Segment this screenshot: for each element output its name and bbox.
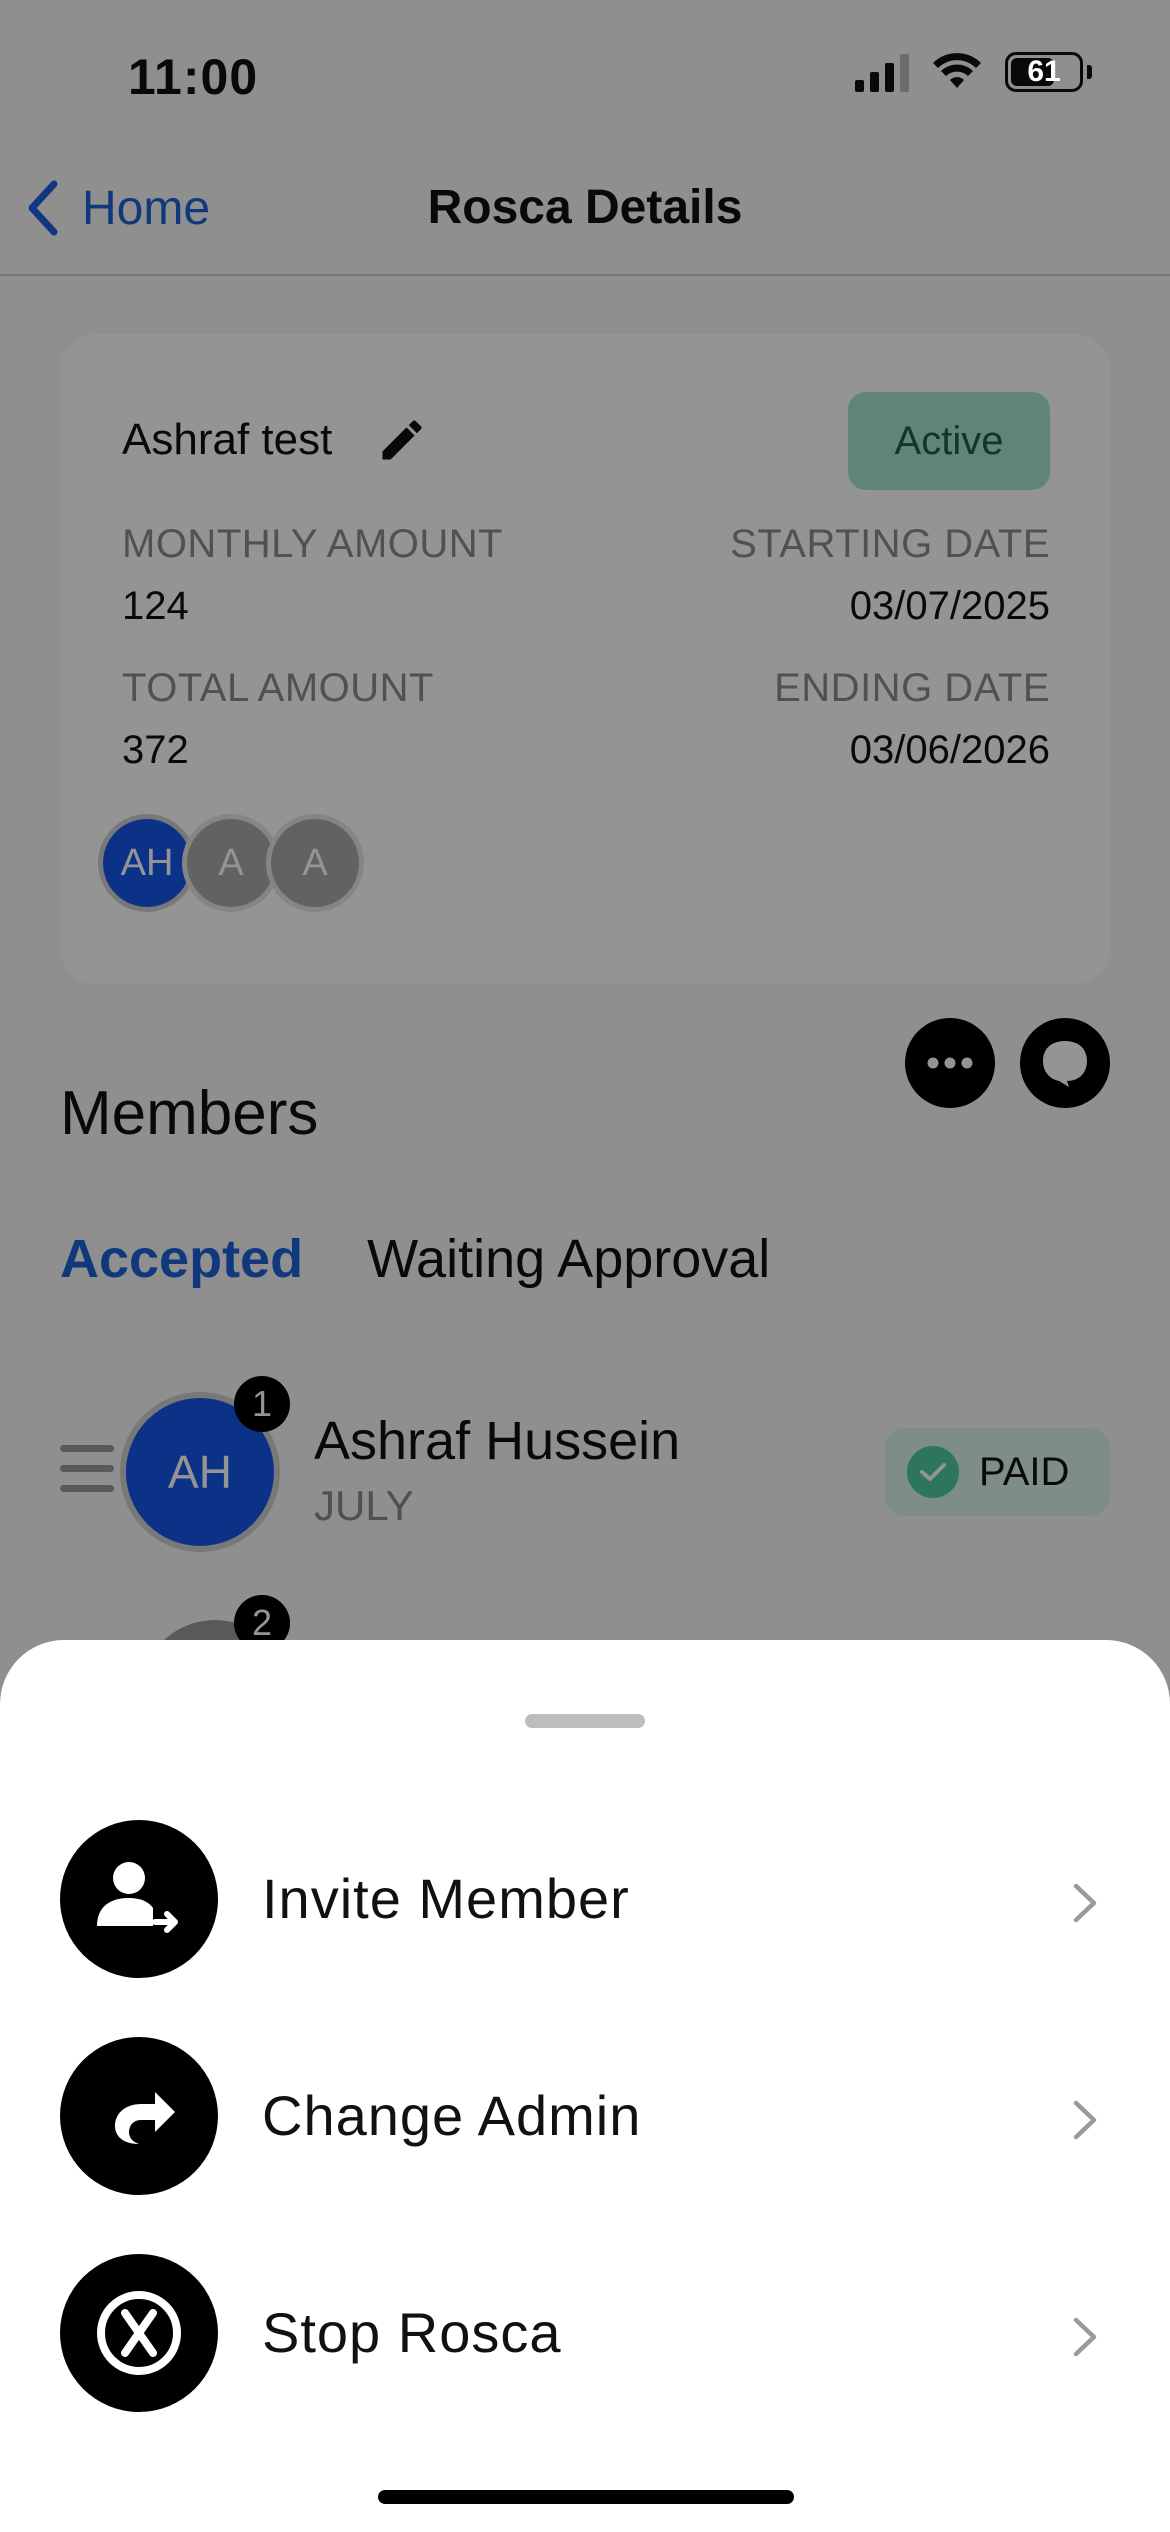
- sheet-grabber[interactable]: [525, 1714, 645, 1728]
- home-indicator[interactable]: [378, 2490, 794, 2504]
- chevron-right-icon: [1073, 2317, 1097, 2357]
- actions-bottom-sheet: Invite Member Change Admin Stop Rosca: [0, 1640, 1170, 2532]
- change-admin-label: Change Admin: [262, 2084, 642, 2147]
- chevron-right-icon: [1073, 2100, 1097, 2140]
- change-admin-icon: [60, 2037, 218, 2195]
- battery-level: 61: [1027, 55, 1061, 88]
- battery-icon: 61: [1005, 52, 1092, 92]
- stop-rosca-icon: [60, 2254, 218, 2412]
- invite-member-icon: [60, 1820, 218, 1978]
- stop-rosca-action[interactable]: Stop Rosca: [0, 2254, 1170, 2424]
- invite-member-label: Invite Member: [262, 1867, 630, 1930]
- stop-rosca-label: Stop Rosca: [262, 2301, 562, 2364]
- change-admin-action[interactable]: Change Admin: [0, 2037, 1170, 2207]
- chevron-right-icon: [1073, 1883, 1097, 1923]
- invite-member-action[interactable]: Invite Member: [0, 1820, 1170, 1990]
